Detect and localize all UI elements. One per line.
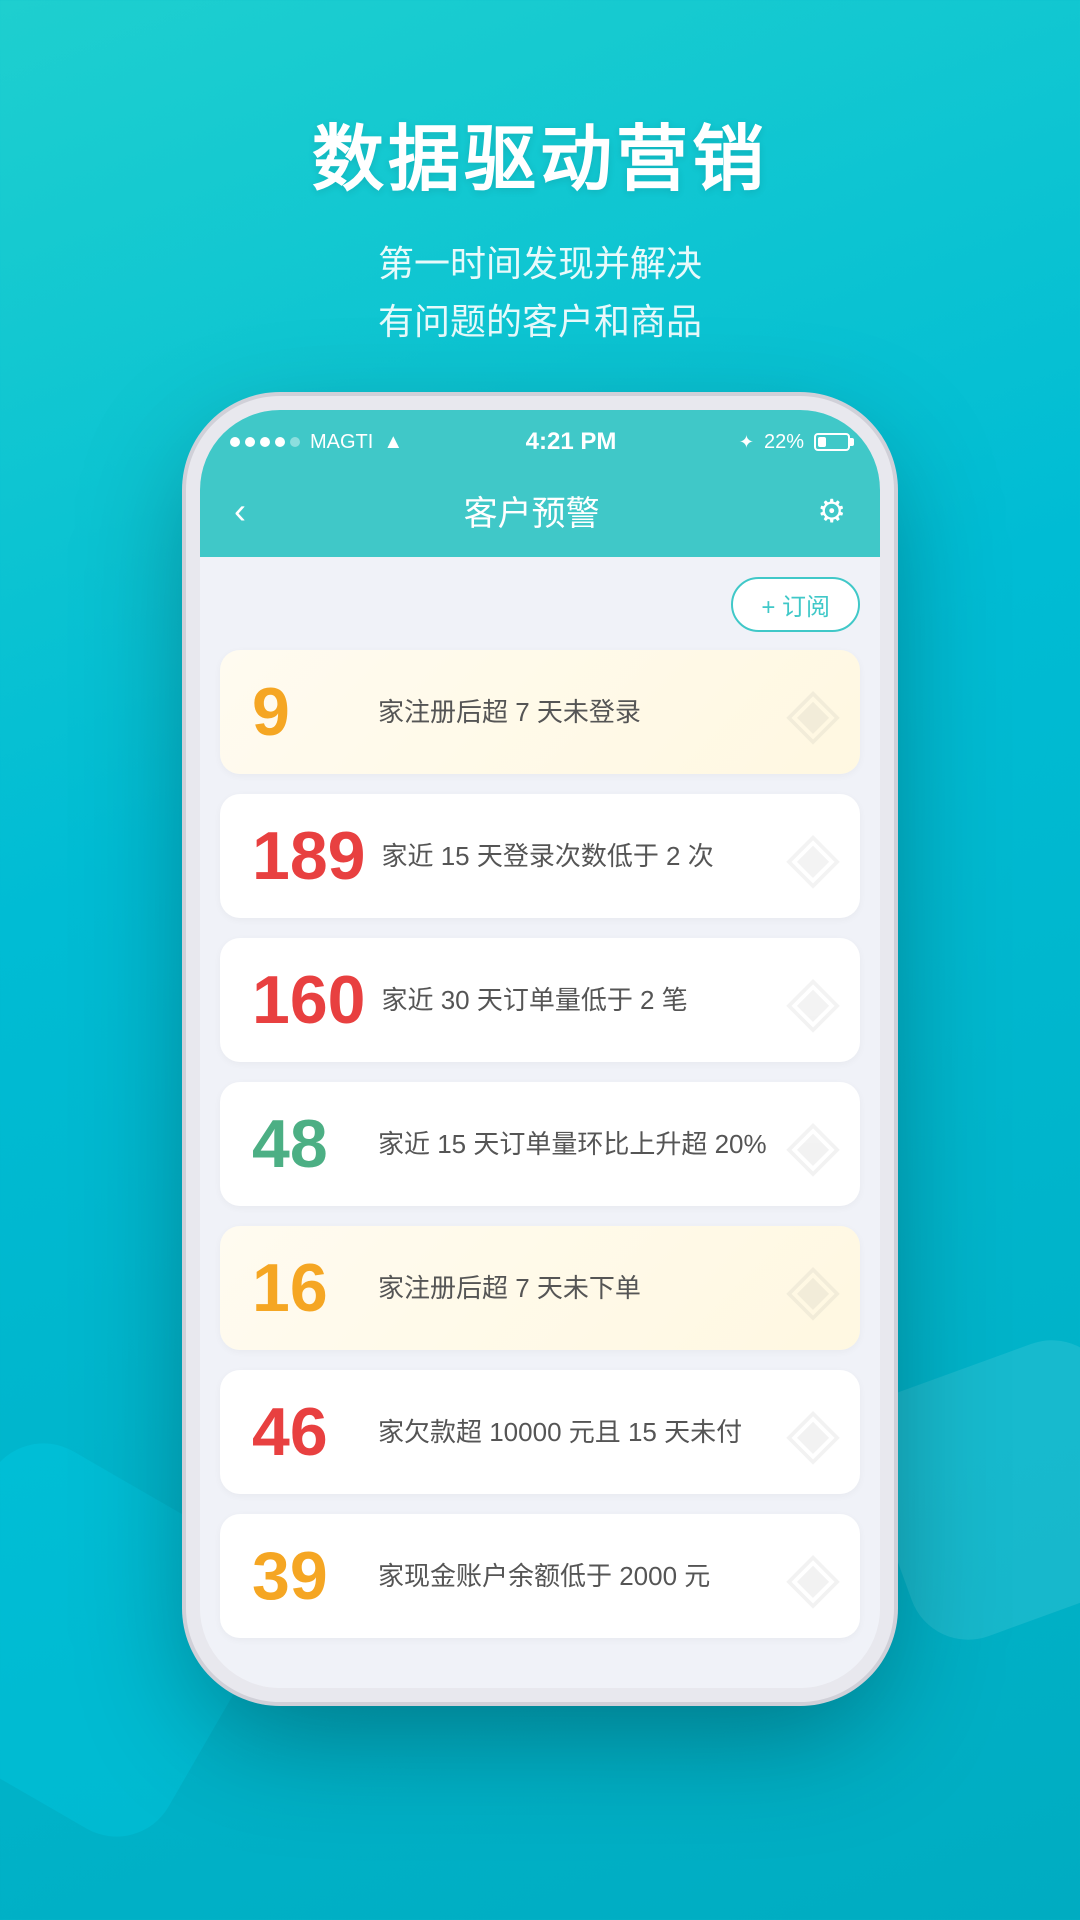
signal-dot-2	[245, 437, 255, 447]
card-icon-5: ◈	[786, 1391, 840, 1473]
alert-number-5: 46	[252, 1398, 362, 1466]
status-time: 4:21 PM	[526, 428, 617, 456]
phone-mockup: MAGTI ▲ 4:21 PM ✦ 22% ‹ 客户预警 ⚙	[200, 410, 880, 1688]
alert-number-0: 9	[252, 678, 362, 746]
alert-card-0[interactable]: 9 家注册后超 7 天未登录◈	[220, 650, 860, 774]
alert-number-6: 39	[252, 1542, 362, 1610]
card-icon-0: ◈	[786, 671, 840, 753]
alert-text-3: 家近 15 天订单量环比上升超 20%	[378, 1125, 828, 1164]
alert-text-1: 家近 15 天登录次数低于 2 次	[381, 837, 828, 876]
subscribe-row: + 订阅	[220, 577, 860, 632]
signal-dots	[230, 437, 300, 447]
nav-title: 客户预警	[464, 486, 600, 535]
signal-dot-3	[260, 437, 270, 447]
phone-wrapper: MAGTI ▲ 4:21 PM ✦ 22% ‹ 客户预警 ⚙	[0, 410, 1080, 1688]
subscribe-button[interactable]: + 订阅	[731, 577, 860, 632]
settings-button[interactable]: ⚙	[817, 492, 846, 530]
nav-bar: ‹ 客户预警 ⚙	[200, 468, 880, 557]
signal-dot-1	[230, 437, 240, 447]
alert-text-0: 家注册后超 7 天未登录	[378, 693, 828, 732]
page-subtitle: 第一时间发现并解决 有问题的客户和商品	[0, 235, 1080, 350]
wifi-icon: ▲	[383, 431, 403, 454]
signal-dot-4	[275, 437, 285, 447]
status-right: ✦ 22%	[739, 431, 850, 454]
alert-number-3: 48	[252, 1110, 362, 1178]
alert-text-4: 家注册后超 7 天未下单	[378, 1269, 828, 1308]
alert-card-1[interactable]: 189 家近 15 天登录次数低于 2 次◈	[220, 794, 860, 918]
alert-card-3[interactable]: 48 家近 15 天订单量环比上升超 20%◈	[220, 1082, 860, 1206]
card-icon-3: ◈	[786, 1103, 840, 1185]
alert-card-2[interactable]: 160 家近 30 天订单量低于 2 笔◈	[220, 938, 860, 1062]
alert-text-5: 家欠款超 10000 元且 15 天未付	[378, 1413, 828, 1452]
card-icon-1: ◈	[786, 815, 840, 897]
header-section: 数据驱动营销 第一时间发现并解决 有问题的客户和商品	[0, 0, 1080, 410]
alert-number-4: 16	[252, 1254, 362, 1322]
carrier-name: MAGTI	[310, 431, 373, 454]
battery-percentage: 22%	[764, 431, 804, 454]
alerts-list: 9家注册后超 7 天未登录◈189家近 15 天登录次数低于 2 次◈160家近…	[220, 650, 860, 1638]
alert-number-2: 160	[252, 966, 365, 1034]
battery-icon	[814, 433, 850, 451]
battery-fill	[818, 437, 826, 447]
bluetooth-icon: ✦	[739, 432, 754, 453]
card-icon-4: ◈	[786, 1247, 840, 1329]
alert-number-1: 189	[252, 822, 365, 890]
status-bar: MAGTI ▲ 4:21 PM ✦ 22%	[200, 410, 880, 468]
card-icon-2: ◈	[786, 959, 840, 1041]
back-button[interactable]: ‹	[234, 490, 246, 532]
alert-card-6[interactable]: 39 家现金账户余额低于 2000 元◈	[220, 1514, 860, 1638]
page-title: 数据驱动营销	[0, 100, 1080, 205]
alert-card-4[interactable]: 16 家注册后超 7 天未下单◈	[220, 1226, 860, 1350]
content-area: + 订阅 9家注册后超 7 天未登录◈189家近 15 天登录次数低于 2 次◈…	[200, 557, 880, 1688]
status-left: MAGTI ▲	[230, 431, 403, 454]
signal-dot-5	[290, 437, 300, 447]
alert-text-2: 家近 30 天订单量低于 2 笔	[381, 981, 828, 1020]
alert-text-6: 家现金账户余额低于 2000 元	[378, 1557, 828, 1596]
alert-card-5[interactable]: 46 家欠款超 10000 元且 15 天未付◈	[220, 1370, 860, 1494]
card-icon-6: ◈	[786, 1535, 840, 1617]
